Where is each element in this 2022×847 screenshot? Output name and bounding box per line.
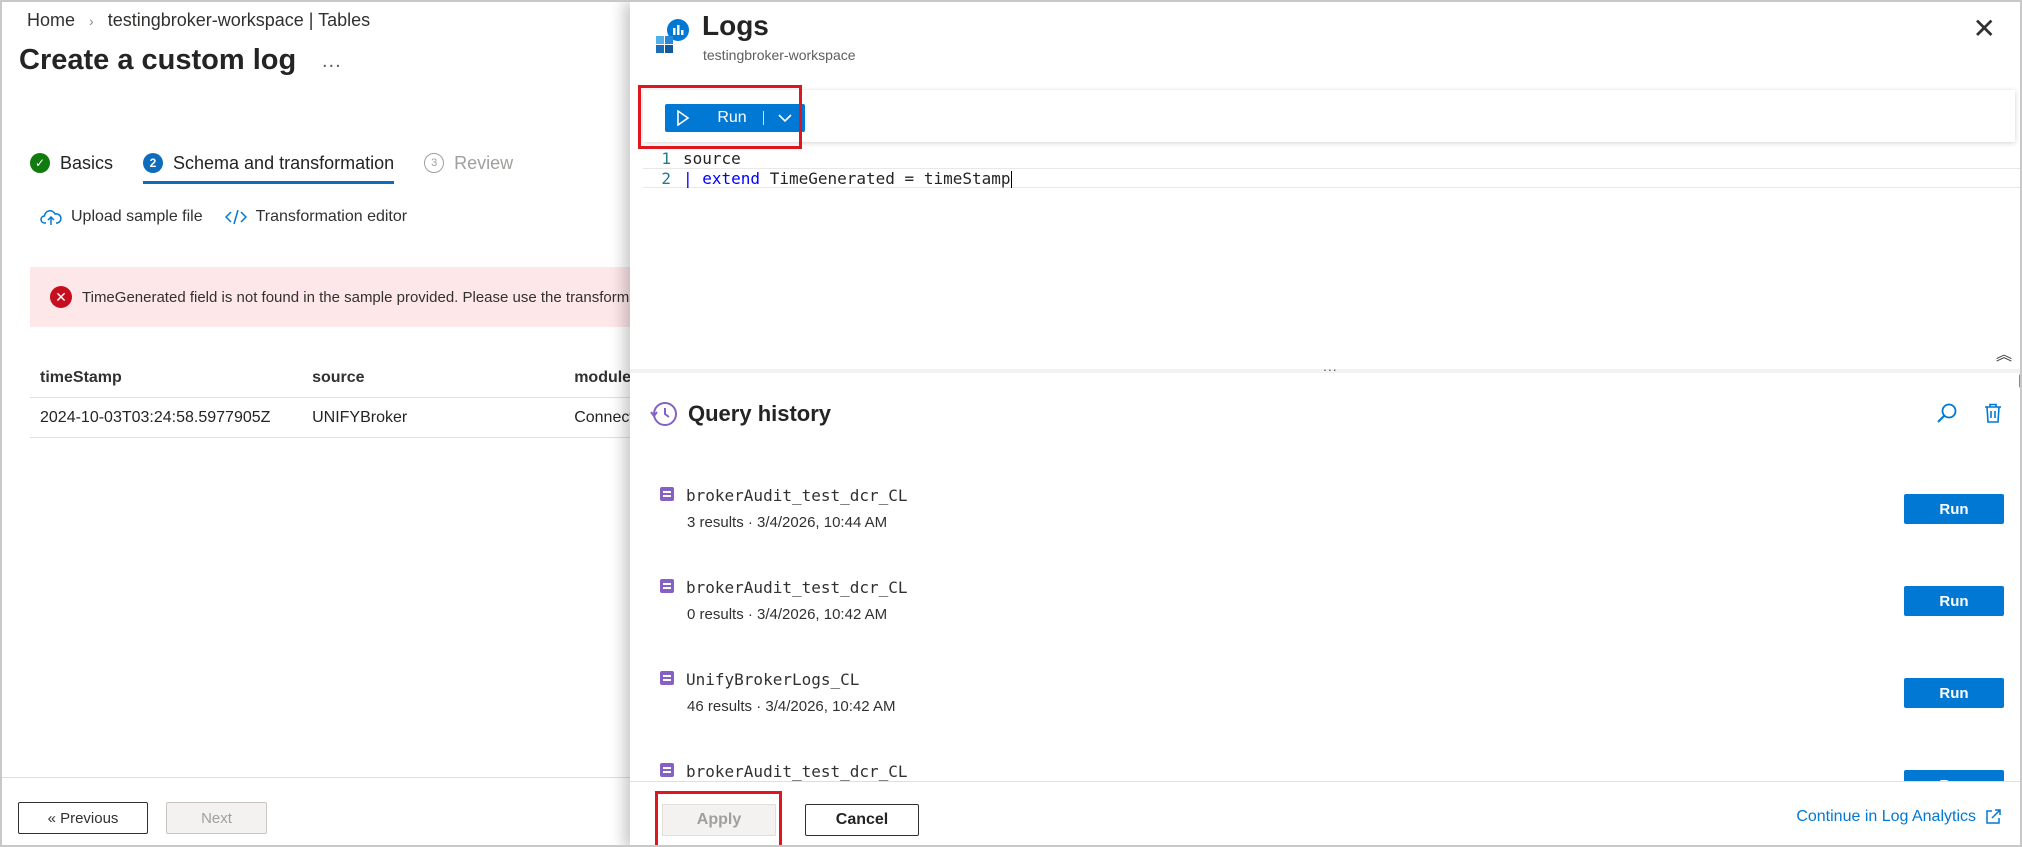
tab-label: Basics (60, 152, 114, 173)
list-item[interactable]: UnifyBrokerLogs_CL 46 results · 3/4/2026… (630, 656, 2020, 748)
cancel-button[interactable]: Cancel (805, 804, 919, 836)
table-row: 2024-10-03T03:24:58.5977905Z UNIFYBroker… (30, 398, 632, 438)
run-history-button[interactable]: Run (1904, 586, 2004, 616)
query-editor[interactable]: 1 source 2 | extend TimeGenerated = time… (643, 148, 2020, 370)
table-icon (660, 671, 674, 685)
app-window: Home › testingbroker-workspace | Tables … (0, 0, 2022, 847)
checkmark-icon: ✓ (30, 153, 50, 173)
wizard-tabs: ✓ Basics 2 Schema and transformation 3 R… (30, 148, 513, 184)
collapse-up-icon[interactable]: ︽ (1996, 341, 2012, 365)
query-meta: 0 results · 3/4/2026, 10:42 AM (687, 606, 888, 623)
tab-basics[interactable]: ✓ Basics (30, 148, 113, 178)
close-icon[interactable]: ✕ (1973, 12, 1996, 45)
transformation-editor-button[interactable]: Transformation editor (224, 208, 408, 226)
breadcrumb-workspace-tables[interactable]: testingbroker-workspace | Tables (108, 10, 370, 31)
upload-sample-file-button[interactable]: Upload sample file (40, 208, 203, 226)
pipe-operator: | (683, 168, 703, 188)
logs-panel: Logs testingbroker-workspace ✕ Run 1 sou… (630, 2, 2020, 845)
keyword-extend: extend (702, 168, 761, 188)
query-name: brokerAudit_test_dcr_CL (686, 762, 908, 781)
query-name: UnifyBrokerLogs_CL (686, 670, 860, 689)
create-custom-log-blade: Home › testingbroker-workspace | Tables … (2, 2, 632, 845)
query-name: brokerAudit_test_dcr_CL (686, 486, 908, 505)
table-cell: Connector (574, 408, 632, 426)
external-link-icon (1986, 809, 2001, 824)
log-analytics-icon (656, 19, 689, 53)
column-header[interactable]: source (302, 369, 574, 387)
panel-title: Logs (702, 10, 769, 41)
run-history-button[interactable]: Run (1904, 494, 2004, 524)
editor-line: 1 source (643, 148, 2020, 168)
delete-icon[interactable] (1982, 402, 2004, 424)
column-header[interactable]: module (574, 369, 632, 387)
table-icon (660, 579, 674, 593)
highlight-box-run (638, 85, 802, 149)
run-history-button[interactable]: Run (1904, 678, 2004, 708)
text-caret (1010, 170, 1012, 188)
editor-line-current: 2 | extend TimeGenerated = timeStamp (643, 168, 2020, 188)
query-history-header: Query history (650, 400, 831, 428)
tab-label: Review (454, 152, 514, 173)
query-name: brokerAudit_test_dcr_CL (686, 578, 908, 597)
panel-subtitle: testingbroker-workspace (703, 47, 856, 63)
query-history-title: Query history (688, 401, 832, 426)
table-cell: 2024-10-03T03:24:58.5977905Z (40, 408, 271, 426)
step-number-badge: 3 (424, 153, 445, 173)
tab-label: Schema and transformation (173, 152, 395, 173)
continue-in-log-analytics-link[interactable]: Continue in Log Analytics (1796, 808, 2002, 826)
query-history-list: brokerAudit_test_dcr_CL 3 results · 3/4/… (630, 472, 2020, 782)
query-command-bar: Run (643, 90, 2015, 142)
splitter-handle[interactable]: ... (1323, 358, 1338, 374)
next-button[interactable]: Next (166, 802, 267, 834)
schema-toolbar: Upload sample file Transformation editor (40, 208, 407, 226)
line-number: 1 (661, 148, 671, 168)
list-item[interactable]: brokerAudit_test_dcr_CL Run (630, 748, 2020, 782)
wizard-footer: « Previous Next (2, 777, 632, 845)
upload-label: Upload sample file (71, 208, 203, 225)
grid-header-row: timeStamp source module (30, 358, 632, 398)
search-icon[interactable] (1936, 402, 1958, 424)
error-circle-icon: ✕ (50, 286, 72, 308)
line-code: | extend TimeGenerated = timeStamp (683, 169, 1012, 188)
table-icon (660, 763, 674, 777)
tab-review[interactable]: 3 Review (424, 148, 513, 178)
chevron-right-icon: › (89, 12, 94, 29)
error-message-bar: ✕ TimeGenerated field is not found in th… (30, 267, 632, 327)
tab-schema-and-transformation[interactable]: 2 Schema and transformation (143, 148, 395, 184)
panel-footer: Apply Cancel Continue in Log Analytics (630, 781, 2020, 845)
line-code: source (683, 148, 741, 168)
column-header[interactable]: timeStamp (30, 369, 302, 387)
history-icon (650, 402, 677, 426)
cloud-upload-icon (40, 210, 62, 225)
continue-label: Continue in Log Analytics (1796, 808, 1976, 825)
step-number-badge: 2 (143, 153, 164, 173)
query-meta: 46 results · 3/4/2026, 10:42 AM (687, 698, 896, 715)
list-item[interactable]: brokerAudit_test_dcr_CL 0 results · 3/4/… (630, 564, 2020, 656)
more-options-icon[interactable]: ... (322, 50, 342, 73)
line-number: 2 (661, 168, 671, 188)
table-icon (660, 487, 674, 501)
expression: TimeGenerated = timeStamp (760, 168, 1011, 188)
list-item[interactable]: brokerAudit_test_dcr_CL 3 results · 3/4/… (630, 472, 2020, 564)
highlight-box-apply (655, 791, 782, 845)
error-message: TimeGenerated field is not found in the … (82, 288, 632, 306)
previous-button[interactable]: « Previous (18, 802, 148, 834)
sample-data-grid: timeStamp source module 2024-10-03T03:24… (30, 358, 632, 438)
table-cell: UNIFYBroker (312, 408, 408, 426)
query-meta: 3 results · 3/4/2026, 10:44 AM (687, 514, 888, 531)
code-icon (224, 209, 247, 225)
breadcrumb-home[interactable]: Home (27, 10, 75, 31)
transformation-label: Transformation editor (255, 208, 408, 225)
page-title: Create a custom log (19, 44, 297, 76)
breadcrumb: Home › testingbroker-workspace | Tables (27, 10, 370, 31)
